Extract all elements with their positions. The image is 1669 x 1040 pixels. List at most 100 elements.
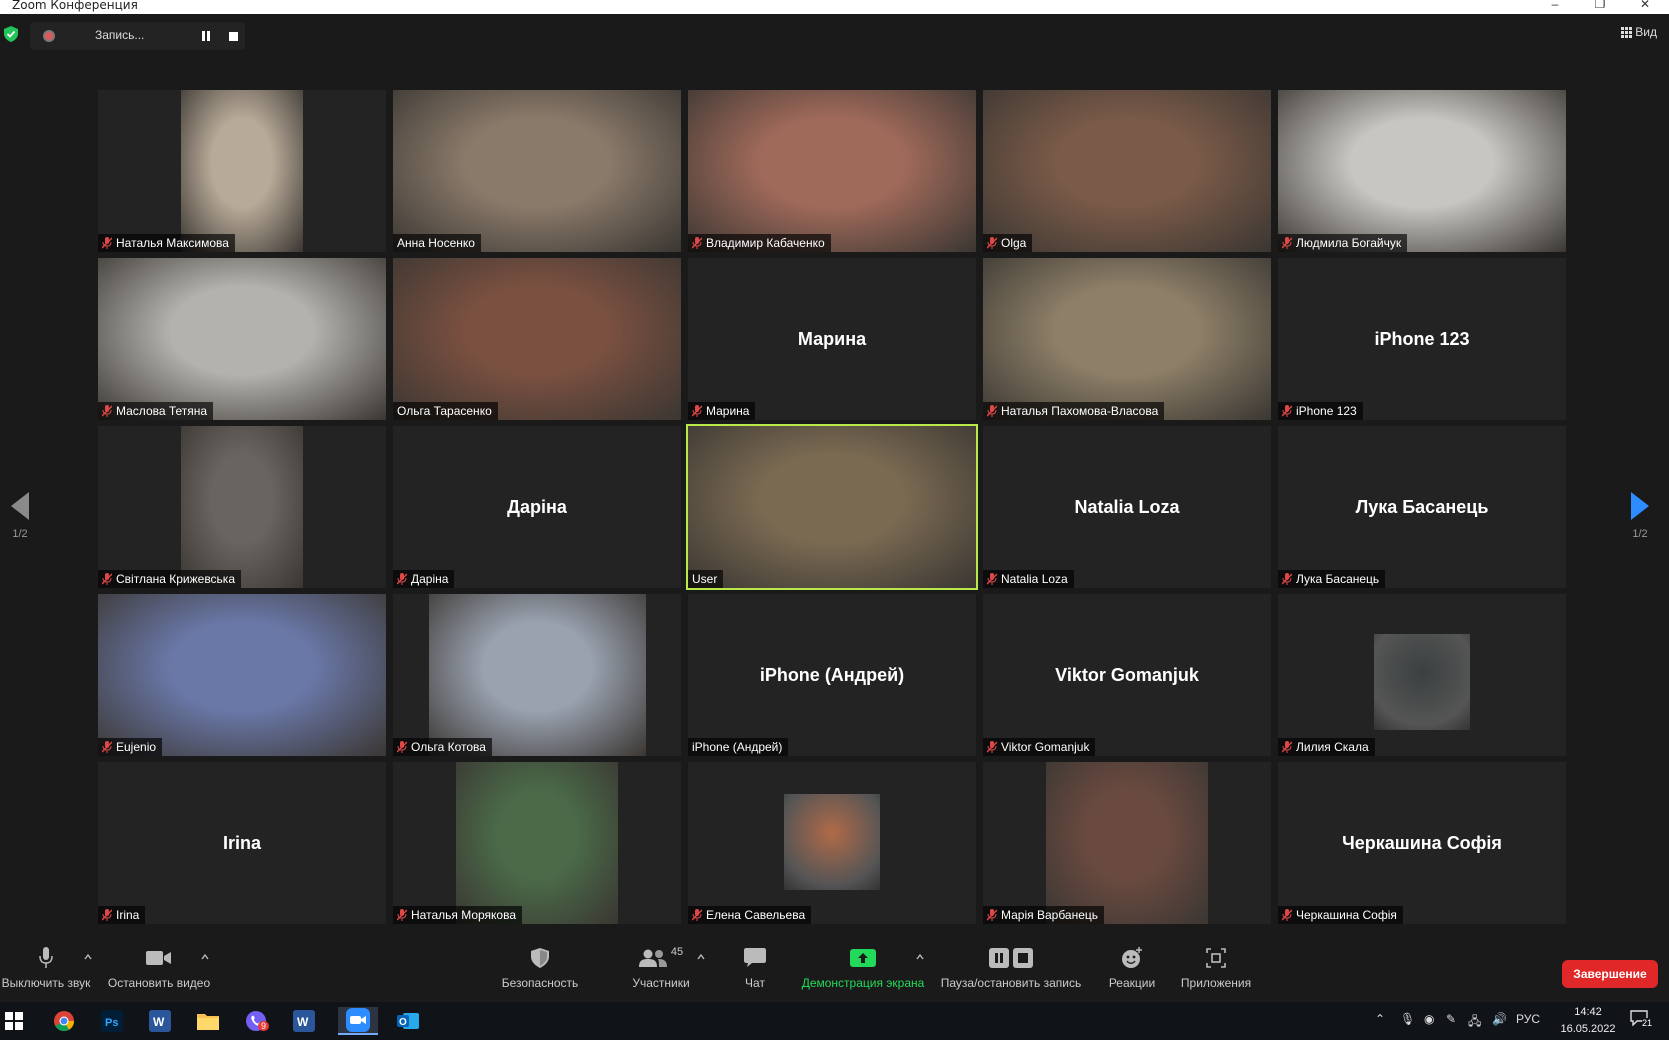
participant-label: Владимир Кабаченко (688, 234, 831, 252)
minimize-icon[interactable]: – (1535, 0, 1575, 11)
participant-label: Eujenio (98, 738, 163, 756)
mic-muted-icon (987, 909, 997, 921)
chat-button[interactable]: Чат (730, 944, 780, 990)
participant-tile[interactable]: Світлана Крижевська (98, 426, 386, 588)
view-button[interactable]: Вид (1621, 25, 1657, 39)
participant-video (688, 90, 976, 252)
participant-tile[interactable]: Natalia Loza Natalia Loza (983, 426, 1271, 588)
close-icon[interactable]: ✕ (1625, 0, 1665, 11)
file-explorer-icon[interactable] (194, 1007, 222, 1035)
participant-tile[interactable]: Наталья Максимова (98, 90, 386, 252)
previous-page-button[interactable]: 1/2 (0, 492, 40, 540)
participant-name: Черкашина Софія (1296, 908, 1397, 922)
chevron-up-icon[interactable] (83, 952, 93, 962)
outlook-icon[interactable]: O (394, 1007, 422, 1035)
participant-tile[interactable]: Eujenio (98, 594, 386, 756)
svg-text:W: W (297, 1015, 309, 1029)
taskbar-clock[interactable]: 14:42 16.05.2022 (1548, 1004, 1628, 1038)
photoshop-icon[interactable]: Ps (98, 1007, 126, 1035)
participant-tile[interactable]: Даріна Даріна (393, 426, 681, 588)
reactions-button[interactable]: Реакции (1100, 944, 1164, 990)
participant-name: Ольга Котова (411, 740, 486, 754)
participant-video (98, 594, 386, 756)
show-hidden-icons-icon[interactable]: ⌃ (1375, 1012, 1385, 1026)
grid-icon (1621, 27, 1633, 38)
participant-tile[interactable]: Анна Носенко (393, 90, 681, 252)
participant-tile[interactable]: Елена Савельева (688, 762, 976, 924)
stop-recording-icon[interactable] (229, 32, 238, 41)
stop-video-button[interactable]: Остановить видео (104, 944, 214, 990)
participant-tile[interactable]: Черкашина Софія Черкашина Софія (1278, 762, 1566, 924)
participant-tile[interactable]: iPhone (Андрей) iPhone (Андрей) (688, 594, 976, 756)
chat-label: Чат (745, 976, 765, 990)
restore-icon[interactable]: ❐ (1580, 0, 1620, 11)
participant-label: Маслова Тетяна (98, 402, 214, 420)
participant-tile[interactable]: Наталья Пахомова-Власова (983, 258, 1271, 420)
participant-tile[interactable]: Марія Варбанець (983, 762, 1271, 924)
participant-avatar (1374, 634, 1470, 730)
participant-tile[interactable]: Лука Басанець Лука Басанець (1278, 426, 1566, 588)
participant-tile[interactable]: Ольга Тарасенко (393, 258, 681, 420)
participant-tile[interactable]: Viktor Gomanjuk Viktor Gomanjuk (983, 594, 1271, 756)
chevron-up-icon[interactable] (200, 952, 210, 962)
participant-label: iPhone (Андрей) (688, 738, 789, 756)
zoom-icon[interactable] (338, 1007, 378, 1035)
participant-tile[interactable]: Владимир Кабаченко (688, 90, 976, 252)
mic-muted-icon (987, 573, 997, 585)
apps-button[interactable]: Приложения (1176, 944, 1256, 990)
chrome-icon[interactable] (50, 1007, 78, 1035)
meeting-toolbar: Выключить звук Остановить видео Безопасн… (0, 940, 1669, 1002)
language-indicator[interactable]: РУС (1516, 1012, 1540, 1026)
microphone-tray-icon[interactable]: 🎙 (1400, 1012, 1415, 1026)
participant-name: Лилия Скала (1296, 740, 1369, 754)
smiley-icon (1122, 947, 1142, 968)
participant-tile[interactable]: Irina Irina (98, 762, 386, 924)
chevron-up-icon[interactable] (915, 952, 925, 962)
windows-taskbar: Ps W 9 W O ⌃ 🎙 ◉ ✎ 🖧 🔊 РУС 14:42 16.05.2… (0, 1002, 1669, 1040)
viber-icon[interactable]: 9 (242, 1007, 270, 1035)
shield-icon[interactable] (4, 26, 18, 42)
recording-status: Запись... (95, 28, 145, 42)
participant-avatar (784, 794, 880, 890)
participant-tile[interactable]: Маслова Тетяна (98, 258, 386, 420)
participant-name: Марія Варбанець (1001, 908, 1099, 922)
participant-display-name: Irina (222, 832, 261, 853)
viber-badge: 9 (258, 1021, 270, 1031)
next-page-button[interactable]: 1/2 (1620, 492, 1660, 540)
windows-start-icon[interactable] (0, 1007, 28, 1035)
recording-indicator: Запись... (30, 22, 245, 50)
word-icon[interactable]: W (146, 1007, 174, 1035)
participant-tile[interactable]: Лилия Скала (1278, 594, 1566, 756)
mic-muted-icon (987, 405, 997, 417)
participant-label: Світлана Крижевська (98, 570, 241, 588)
participant-label: Даріна (393, 570, 455, 588)
participant-tile[interactable]: Людмила Богайчук (1278, 90, 1566, 252)
participant-label: Ольга Тарасенко (393, 402, 498, 420)
participant-label: Наталья Максимова (98, 234, 235, 252)
participant-name: Людмила Богайчук (1296, 236, 1402, 250)
network-icon[interactable]: 🖧 (1468, 1012, 1481, 1033)
participants-button[interactable]: 45 Участники (616, 944, 706, 990)
volume-icon[interactable]: 🔊 (1492, 1012, 1507, 1026)
participant-tile[interactable]: iPhone 123 iPhone 123 (1278, 258, 1566, 420)
pause-stop-recording-button[interactable]: Пауза/остановить запись (938, 944, 1084, 990)
chevron-up-icon[interactable] (696, 952, 706, 962)
end-meeting-button[interactable]: Завершение (1562, 960, 1658, 988)
participant-tile[interactable]: Olga (983, 90, 1271, 252)
participant-tile[interactable]: Марина Марина (688, 258, 976, 420)
viber-tray-icon[interactable]: ◉ (1424, 1012, 1434, 1026)
security-button[interactable]: Безопасность (495, 944, 585, 990)
participants-count: 45 (670, 946, 684, 958)
participant-display-name: iPhone 123 (1374, 328, 1470, 349)
mute-button[interactable]: Выключить звук (0, 944, 92, 990)
pen-tray-icon[interactable]: ✎ (1446, 1012, 1456, 1026)
pause-icon (989, 948, 1009, 968)
participant-tile[interactable]: Ольга Котова (393, 594, 681, 756)
share-screen-button[interactable]: Демонстрация экрана (800, 944, 926, 990)
clock-date: 16.05.2022 (1560, 1023, 1616, 1035)
word-icon[interactable]: W (290, 1007, 318, 1035)
pause-recording-icon[interactable] (201, 31, 211, 41)
participant-tile[interactable]: Наталья Морякова (393, 762, 681, 924)
notifications-button[interactable]: 21 (1630, 1010, 1660, 1032)
active-speaker-tile[interactable]: User (686, 424, 978, 590)
